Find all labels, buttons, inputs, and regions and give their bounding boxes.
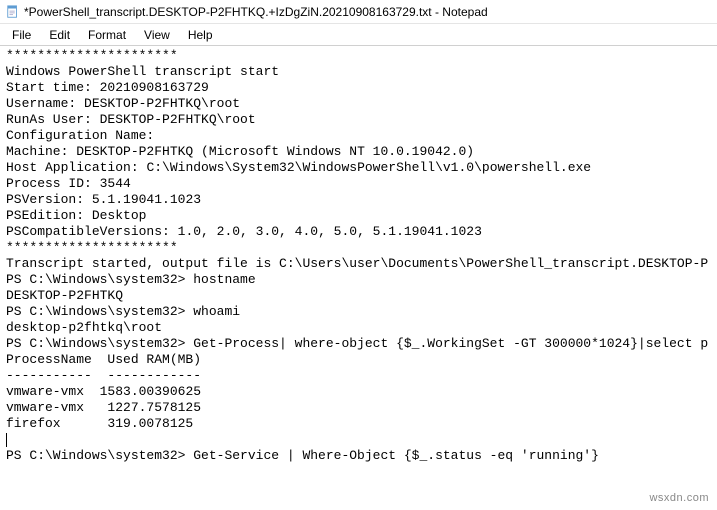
prompt: PS C:\Windows\system32>	[6, 336, 193, 351]
separator: **********************	[6, 48, 178, 63]
runas-user: DESKTOP-P2FHTKQ\root	[100, 112, 256, 127]
menu-help[interactable]: Help	[180, 26, 221, 44]
table-underline: ----------- ------------	[6, 368, 201, 383]
label: Process ID:	[6, 176, 100, 191]
menu-edit[interactable]: Edit	[41, 26, 78, 44]
prompt: PS C:\Windows\system32>	[6, 272, 193, 287]
header-line: Windows PowerShell transcript start	[6, 64, 279, 79]
username: DESKTOP-P2FHTKQ\root	[84, 96, 240, 111]
transcript-started: Transcript started, output file is C:\Us…	[6, 256, 708, 271]
table-row: firefox 319.0078125	[6, 416, 193, 431]
ps-edition: Desktop	[92, 208, 147, 223]
label: Start time:	[6, 80, 100, 95]
ps-compat: 1.0, 2.0, 3.0, 4.0, 5.0, 5.1.19041.1023	[178, 224, 482, 239]
table-header: ProcessName Used RAM(MB)	[6, 352, 201, 367]
separator: **********************	[6, 240, 178, 255]
label: Configuration Name:	[6, 128, 162, 143]
label: RunAs User:	[6, 112, 100, 127]
label: Host Application:	[6, 160, 146, 175]
output-hostname: DESKTOP-P2FHTKQ	[6, 288, 123, 303]
editor-content[interactable]: ********************** Windows PowerShel…	[0, 46, 717, 510]
menu-view[interactable]: View	[136, 26, 178, 44]
ps-version: 5.1.19041.1023	[92, 192, 201, 207]
titlebar: *PowerShell_transcript.DESKTOP-P2FHTKQ.+…	[0, 0, 717, 24]
host-app: C:\Windows\System32\WindowsPowerShell\v1…	[146, 160, 591, 175]
label: PSEdition:	[6, 208, 92, 223]
cmd-getprocess: Get-Process| where-object {$_.WorkingSet…	[193, 336, 708, 351]
output-whoami: desktop-p2fhtkq\root	[6, 320, 162, 335]
start-time: 20210908163729	[100, 80, 209, 95]
watermark: wsxdn.com	[649, 492, 709, 504]
label: Username:	[6, 96, 84, 111]
process-id: 3544	[100, 176, 131, 191]
notepad-icon	[6, 5, 20, 19]
prompt: PS C:\Windows\system32>	[6, 304, 193, 319]
window-title: *PowerShell_transcript.DESKTOP-P2FHTKQ.+…	[24, 5, 488, 19]
cmd-whoami: whoami	[193, 304, 240, 319]
cmd-getservice: Get-Service | Where-Object {$_.status -e…	[193, 448, 599, 463]
label: PSCompatibleVersions:	[6, 224, 178, 239]
machine: DESKTOP-P2FHTKQ (Microsoft Windows NT 10…	[76, 144, 474, 159]
label: PSVersion:	[6, 192, 92, 207]
table-row: vmware-vmx 1583.00390625	[6, 384, 201, 399]
table-row: vmware-vmx 1227.7578125	[6, 400, 201, 415]
cmd-hostname: hostname	[193, 272, 255, 287]
prompt: PS C:\Windows\system32>	[6, 448, 193, 463]
label: Machine:	[6, 144, 76, 159]
menu-file[interactable]: File	[4, 26, 39, 44]
menu-format[interactable]: Format	[80, 26, 134, 44]
menubar: File Edit Format View Help	[0, 24, 717, 46]
text-caret	[6, 433, 7, 447]
